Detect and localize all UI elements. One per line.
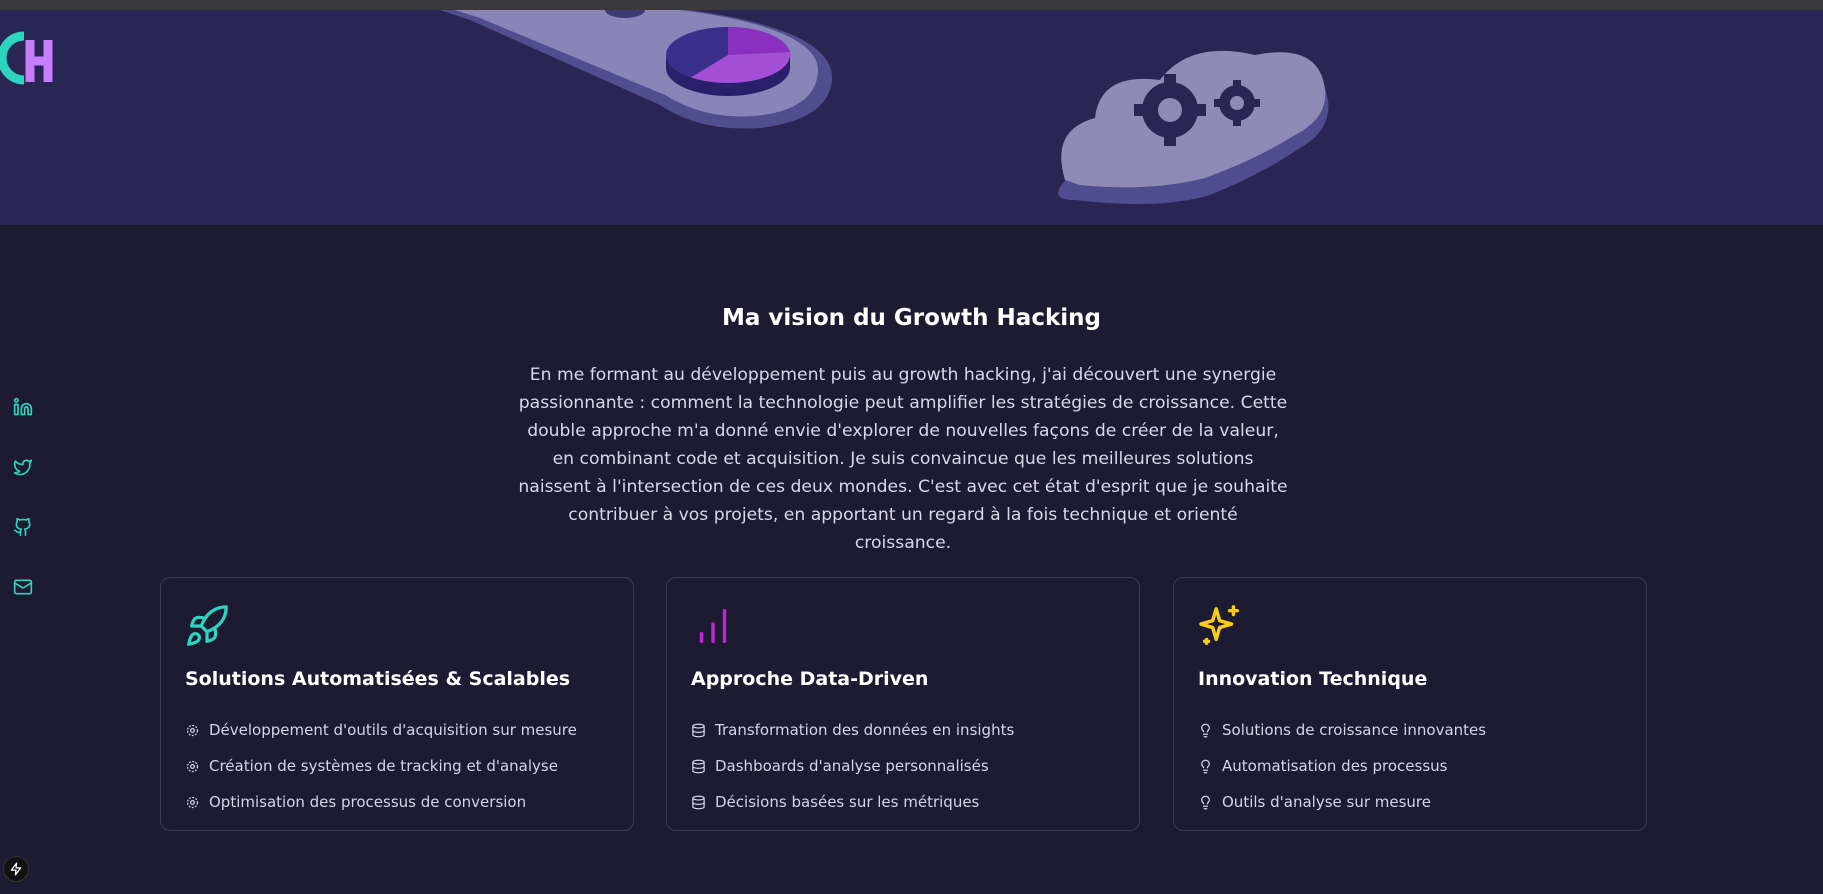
bolt-icon[interactable] (3, 856, 29, 882)
lightbulb-icon (1201, 795, 1210, 809)
twitter-icon[interactable] (12, 456, 34, 478)
logo[interactable] (0, 30, 56, 92)
list-item: Décisions basées sur les métriques (691, 784, 1014, 820)
rocket-icon (184, 603, 230, 649)
list-item: Automatisation des processus (1198, 748, 1486, 784)
database-icon (692, 795, 705, 809)
list-item: Outils d'analyse sur mesure (1198, 784, 1486, 820)
card-automation: Solutions Automatisées & Scalables Dével… (160, 577, 634, 831)
list-item: Création de systèmes de tracking et d'an… (185, 748, 577, 784)
list-item: Transformation des données en insights (691, 712, 1014, 748)
database-icon (692, 723, 705, 737)
cloud-gears-illustration (1058, 50, 1329, 204)
card-innovation: Innovation Technique Solutions de croiss… (1173, 577, 1647, 831)
bar-chart-icon (690, 603, 736, 649)
gear-icon (186, 760, 199, 772)
section-intro: En me formant au développement puis au g… (518, 365, 1288, 553)
github-icon[interactable] (12, 516, 34, 538)
database-icon (692, 759, 705, 773)
linkedin-icon[interactable] (12, 396, 34, 418)
list-item: Solutions de croissance innovantes (1198, 712, 1486, 748)
list-item: Dashboards d'analyse personnalisés (691, 748, 1014, 784)
mail-icon[interactable] (12, 576, 34, 598)
list-item: Optimisation des processus de conversion (185, 784, 577, 820)
browser-top-bar (0, 0, 1823, 10)
card-title: Approche Data-Driven (691, 668, 929, 690)
pie-chart-device-illustration (440, 10, 833, 129)
card-data-driven: Approche Data-Driven Transformation des … (666, 577, 1140, 831)
card-title: Innovation Technique (1198, 668, 1428, 690)
lightbulb-icon (1201, 723, 1210, 737)
gear-icon (186, 796, 199, 808)
lightbulb-icon (1201, 759, 1210, 773)
gear-icon (186, 724, 199, 736)
card-title: Solutions Automatisées & Scalables (185, 668, 571, 690)
section-title: Ma vision du Growth Hacking (722, 305, 1101, 331)
list-item: Développement d'outils d'acquisition sur… (185, 712, 577, 748)
sparkles-icon (1197, 603, 1243, 649)
hero-illustration (0, 10, 1823, 225)
